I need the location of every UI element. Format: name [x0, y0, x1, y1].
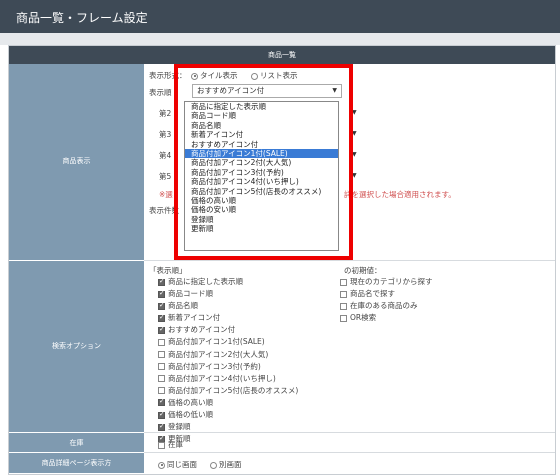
header-gap [0, 33, 560, 45]
rank4-label: 第4 [159, 151, 172, 160]
label-search: 検索オプション [9, 261, 144, 433]
sort-item[interactable]: 新着アイコン付 [158, 312, 298, 324]
sort-item[interactable]: 商品付加アイコン4付(いち押し) [158, 373, 298, 385]
sort-item[interactable]: 商品付加アイコン3付(予約) [158, 361, 298, 373]
search-initial-heading: の初期値： [344, 266, 382, 275]
detail-same-label: 同じ画面 [167, 460, 197, 469]
note-left: ※選 [159, 190, 173, 199]
sort-item[interactable]: 商品付加アイコン2付(大人気) [158, 349, 298, 361]
sort-item[interactable]: 商品付加アイコン1付(SALE) [158, 336, 298, 348]
order-label: 表示順 [149, 88, 172, 97]
sort-item[interactable]: 商品に指定した表示順 [158, 276, 298, 288]
detail-separate-radio[interactable]: 別画面 [210, 459, 242, 470]
search-row: 「表示順」 の初期値： 商品に指定した表示順 商品コード順 商品名順 新着アイコ… [144, 261, 555, 443]
sort-item[interactable]: おすすめアイコン付 [158, 324, 298, 336]
search-option[interactable]: OR検索 [340, 312, 433, 324]
search-option[interactable]: 商品名で探す [340, 288, 433, 300]
detail-row: 同じ画面 別画面 [144, 453, 555, 474]
label-search-text: 検索オプション [52, 342, 101, 350]
search-option-list: 現在のカテゴリから探す 商品名で探す 在庫のある商品のみ OR検索 [340, 276, 433, 324]
detail-separate-label: 別画面 [219, 460, 242, 469]
label-detail: 商品詳細ページ表示方 [9, 453, 144, 474]
note-right: 詳を選択した場合適用されます。 [344, 190, 456, 199]
rank2-label: 第2 [159, 109, 172, 118]
table-heading: 商品一覧 [9, 46, 555, 64]
sort-item[interactable]: 価格の低い順 [158, 409, 298, 421]
rank5-label: 第5 [159, 172, 172, 181]
stock-checkbox-label: 在庫 [168, 440, 183, 449]
page-title: 商品一覧・フレーム設定 [16, 11, 148, 25]
label-display-text: 商品表示 [62, 157, 91, 165]
sort-item[interactable]: 商品付加アイコン5付(店長のオススメ) [158, 385, 298, 397]
stock-row: 在庫 [144, 433, 555, 453]
sort-item[interactable]: 商品コード順 [158, 288, 298, 300]
sort-item[interactable]: 価格の高い順 [158, 397, 298, 409]
label-stock: 在庫 [9, 433, 144, 453]
sort-item[interactable]: 商品名順 [158, 300, 298, 312]
rank3-label: 第3 [159, 130, 172, 139]
sort-item-list: 商品に指定した表示順 商品コード順 商品名順 新着アイコン付 おすすめアイコン付… [158, 276, 298, 445]
stock-checkbox[interactable]: 在庫 [158, 439, 183, 450]
label-display: 商品表示 [9, 64, 144, 261]
search-option[interactable]: 現在のカテゴリから探す [340, 276, 433, 288]
detail-same-radio[interactable]: 同じ画面 [158, 459, 197, 470]
search-heading: 「表示順」 [149, 266, 187, 275]
highlight-frame [174, 64, 353, 260]
page-header: 商品一覧・フレーム設定 [0, 0, 560, 33]
search-option[interactable]: 在庫のある商品のみ [340, 300, 433, 312]
sort-item[interactable]: 登録順 [158, 421, 298, 433]
